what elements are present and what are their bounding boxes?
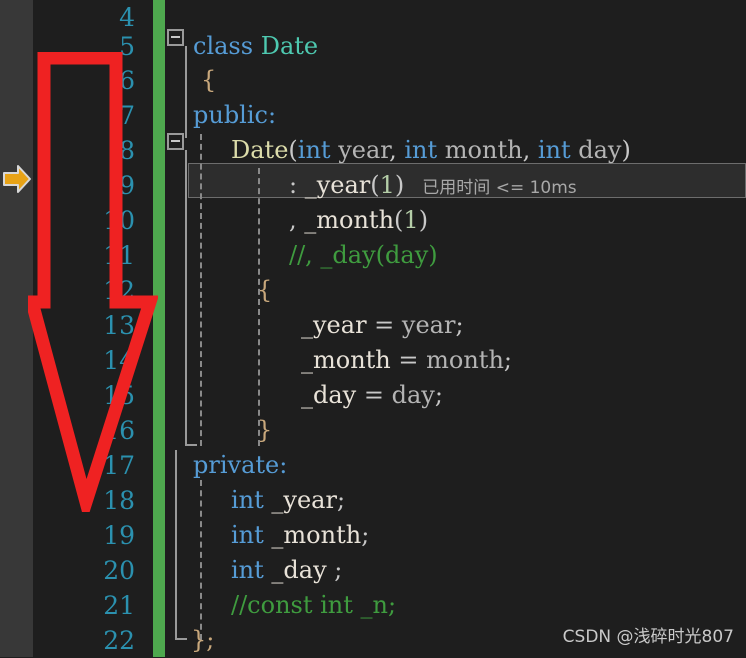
token-param-month: month <box>444 136 523 164</box>
token-brace-body-open: { <box>257 276 273 304</box>
token-literal-one-2: 1 <box>403 206 419 234</box>
token-paren-open: ( <box>288 136 298 164</box>
code-line-19: int _month; <box>165 518 746 553</box>
token-init-colon: : <box>289 171 305 199</box>
code-line-18: int _year; <box>165 483 746 518</box>
line-number: 20 <box>103 556 135 585</box>
token-semi-6: ; <box>334 556 343 584</box>
token-semi-3: ; <box>434 381 443 409</box>
code-line-21: //const int _n; <box>165 588 746 623</box>
code-line-11: //, _day(day) <box>165 238 746 273</box>
token-member-month-init: _month <box>304 206 395 234</box>
line-number: 13 <box>103 311 135 340</box>
token-keyword-int-6: int <box>231 556 264 584</box>
line-number: 15 <box>103 381 135 410</box>
token-init-paren-close-2: ) <box>418 206 429 234</box>
line-number: 11 <box>103 241 135 270</box>
token-constructor-name: Date <box>231 136 289 164</box>
token-semi-5: ; <box>361 521 370 549</box>
line-number: 10 <box>103 206 135 235</box>
code-line-10: , _month(1) <box>165 203 746 238</box>
token-assign-year-rhs: year <box>401 311 456 339</box>
code-line-16: } <box>165 413 746 448</box>
token-decl-day: _day <box>271 556 335 584</box>
code-line-20: int _day ; <box>165 553 746 588</box>
token-comma-2: , <box>522 136 538 164</box>
codelens-elapsed-time[interactable]: 已用时间 <= 10ms <box>422 178 576 198</box>
token-init-comma: , <box>289 206 305 234</box>
token-keyword-int-4: int <box>231 486 264 514</box>
code-line-17: private: <box>165 448 746 483</box>
token-eq-2: = <box>390 346 427 374</box>
line-number: 7 <box>119 101 135 130</box>
token-paren-close: ) <box>621 136 631 164</box>
token-literal-one-1: 1 <box>379 171 395 199</box>
line-number: 8 <box>119 136 135 165</box>
line-number-gutter: 4 5 6 7 8 9 10 11 12 13 14 15 16 17 18 1… <box>33 0 153 657</box>
token-semi-4: ; <box>336 486 346 514</box>
token-param-year: year <box>338 136 390 164</box>
token-init-paren-open-2: ( <box>394 206 404 234</box>
token-member-year-init: _year <box>304 171 371 199</box>
token-class-close: }; <box>191 626 215 654</box>
token-eq-3: = <box>356 381 392 409</box>
code-editor-view: 4 5 6 7 8 9 10 11 12 13 14 15 16 17 18 1… <box>0 0 746 657</box>
line-number: 21 <box>103 591 135 620</box>
csdn-watermark: CSDN @浅碎时光807 <box>562 627 734 647</box>
line-number: 22 <box>103 626 135 655</box>
line-number: 16 <box>103 416 135 445</box>
glyph-margin-gutter[interactable] <box>0 0 33 657</box>
token-keyword-int-1: int <box>297 136 331 164</box>
token-brace-class-open: { <box>201 66 217 94</box>
token-param-day: day <box>578 136 622 164</box>
code-line-5: class Date <box>165 29 746 64</box>
code-line-9: : _year(1) 已用时间 <= 10ms <box>165 168 746 203</box>
token-assign-day-rhs: day <box>391 381 435 409</box>
token-keyword-public: public: <box>193 101 277 129</box>
token-comma-1: , <box>389 136 405 164</box>
token-semi-1: ; <box>455 311 464 339</box>
line-number: 5 <box>119 32 135 61</box>
token-init-paren-close-1: ) <box>394 171 405 199</box>
token-keyword-private: private: <box>193 451 288 479</box>
token-eq-1: = <box>366 311 402 339</box>
token-assign-year-lhs: _year <box>301 311 367 339</box>
code-line-7: public: <box>165 98 746 133</box>
token-decl-year: _year <box>271 486 337 514</box>
code-text-area[interactable]: class Date { public: Date(int year, int … <box>165 0 746 657</box>
token-init-paren-open-1: ( <box>370 171 380 199</box>
token-keyword-int-5: int <box>231 521 264 549</box>
line-number: 19 <box>103 521 135 550</box>
line-number: 18 <box>103 486 135 515</box>
line-number: 12 <box>103 276 135 305</box>
line-number: 6 <box>119 66 135 95</box>
token-type-date: Date <box>260 32 319 60</box>
token-decl-month: _month <box>271 521 362 549</box>
token-keyword-int-3: int <box>537 136 571 164</box>
modified-lines-change-bar <box>153 0 165 657</box>
line-number: 9 <box>119 171 135 200</box>
token-semi-2: ; <box>503 346 512 374</box>
current-statement-arrow-icon <box>3 165 31 193</box>
token-brace-body-close: } <box>257 416 273 444</box>
code-line-15: _day = day; <box>165 378 746 413</box>
token-assign-month-lhs: _month <box>301 346 391 374</box>
token-keyword-class: class <box>193 32 254 60</box>
token-comment-day-init: //, _day(day) <box>289 241 438 269</box>
token-assign-month-rhs: month <box>426 346 504 374</box>
code-line-6: { <box>165 63 746 98</box>
token-keyword-int-2: int <box>404 136 438 164</box>
code-line-8: Date(int year, int month, int day) <box>165 133 746 168</box>
line-number: 14 <box>103 346 135 375</box>
code-line-13: _year = year; <box>165 308 746 343</box>
code-line-12: { <box>165 273 746 308</box>
line-number: 17 <box>103 451 135 480</box>
token-assign-day-lhs: _day <box>301 381 357 409</box>
code-line-14: _month = month; <box>165 343 746 378</box>
token-comment-const-n: //const int _n; <box>231 591 397 619</box>
